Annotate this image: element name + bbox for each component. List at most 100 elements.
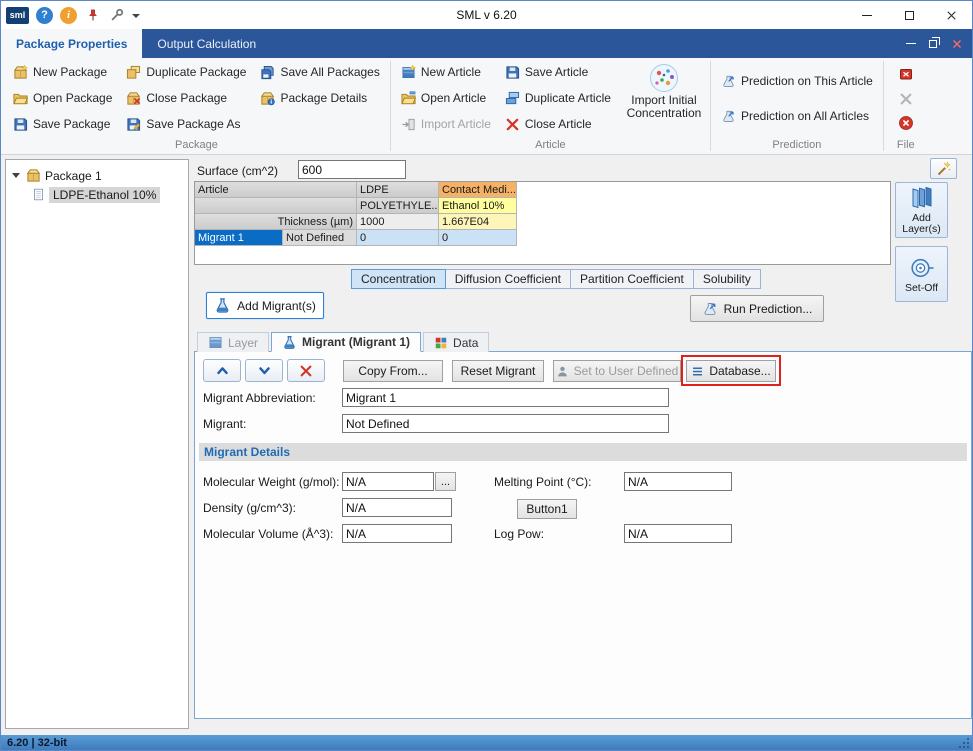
close-package-button[interactable]: Close Package bbox=[119, 85, 253, 111]
set-to-user-defined-button[interactable]: Set to User Defined bbox=[553, 360, 681, 382]
info-icon[interactable]: i bbox=[60, 7, 77, 24]
button-label: Copy From... bbox=[358, 364, 427, 378]
cell-text: Not Defined bbox=[286, 232, 344, 244]
open-article-button[interactable]: Open Article bbox=[394, 85, 498, 111]
window-title: SML v 6.20 bbox=[301, 1, 672, 29]
cell-text: 1000 bbox=[360, 216, 384, 228]
reset-migrant-button[interactable]: Reset Migrant bbox=[452, 360, 544, 382]
magic-wand-button[interactable] bbox=[930, 158, 957, 179]
move-up-button[interactable] bbox=[203, 359, 241, 382]
import-initial-concentration-button[interactable]: Import Initial Concentration bbox=[621, 59, 707, 120]
close-article-button[interactable]: Close Article bbox=[498, 111, 618, 137]
person-icon bbox=[556, 365, 569, 378]
close-button[interactable] bbox=[930, 1, 972, 29]
new-article-icon bbox=[401, 65, 416, 80]
migrant-abbreviation-input[interactable] bbox=[342, 388, 669, 407]
button1[interactable]: Button1 bbox=[517, 499, 577, 519]
cell-text: POLYETHYLE... bbox=[360, 200, 439, 212]
pin-icon[interactable] bbox=[84, 7, 101, 24]
tab-layer[interactable]: Layer bbox=[197, 332, 269, 352]
exit-button[interactable] bbox=[895, 113, 917, 133]
migrant-input[interactable] bbox=[342, 414, 669, 433]
tab-diffusion-coefficient[interactable]: Diffusion Coefficient bbox=[446, 269, 571, 289]
table-cell-contact-medium-header[interactable]: Contact Medi... bbox=[439, 182, 517, 198]
close-article-icon bbox=[505, 117, 520, 132]
tab-concentration[interactable]: Concentration bbox=[351, 269, 446, 289]
cell-text: Article bbox=[198, 184, 229, 196]
tab-solubility[interactable]: Solubility bbox=[694, 269, 761, 289]
table-cell-article-header[interactable]: Article bbox=[195, 182, 357, 198]
tree-item-ldpe-ethanol[interactable]: LDPE-Ethanol 10% bbox=[6, 185, 188, 204]
tab-label: Migrant (Migrant 1) bbox=[302, 335, 410, 349]
table-cell-thickness-value[interactable]: 1000 bbox=[357, 214, 439, 230]
save-package-button[interactable]: Save Package bbox=[6, 111, 119, 137]
run-prediction-button[interactable]: Run Prediction... bbox=[690, 295, 824, 322]
tree-expander-icon[interactable] bbox=[12, 173, 20, 178]
melting-point-input[interactable] bbox=[624, 472, 732, 491]
database-button[interactable]: Database... bbox=[686, 360, 776, 382]
table-cell-polymer[interactable]: POLYETHYLE... bbox=[357, 198, 439, 214]
import-article-icon bbox=[401, 117, 416, 132]
resize-grip[interactable] bbox=[959, 737, 970, 748]
duplicate-article-icon bbox=[505, 91, 520, 106]
mdi-close-button[interactable] bbox=[950, 37, 964, 51]
new-article-button[interactable]: New Article bbox=[394, 59, 498, 85]
help-icon[interactable]: ? bbox=[36, 7, 53, 24]
surface-input[interactable] bbox=[298, 160, 406, 179]
import-article-button[interactable]: Import Article bbox=[394, 111, 498, 137]
quick-access-dropdown-icon[interactable] bbox=[132, 14, 140, 18]
delete-package-button[interactable] bbox=[895, 64, 917, 84]
prediction-this-article-button[interactable]: Prediction on This Article bbox=[714, 68, 880, 94]
table-cell-migrant-name[interactable]: Migrant 1 bbox=[195, 230, 283, 246]
table-cell-layer-name[interactable]: LDPE bbox=[357, 182, 439, 198]
tab-migrant[interactable]: Migrant (Migrant 1) bbox=[271, 332, 421, 352]
import-initial-concentration-icon bbox=[648, 62, 680, 94]
open-package-icon bbox=[13, 91, 28, 106]
maximize-button[interactable] bbox=[888, 1, 930, 29]
import-article-label: Import Article bbox=[421, 117, 491, 131]
save-package-as-button[interactable]: Save Package As bbox=[119, 111, 253, 137]
prediction-all-articles-button[interactable]: Prediction on All Articles bbox=[714, 103, 876, 129]
tools-icon[interactable] bbox=[108, 7, 125, 24]
content-area: Package 1 LDPE-Ethanol 10% Surface (cm^2… bbox=[1, 155, 972, 735]
delete-migrant-button[interactable] bbox=[287, 359, 325, 382]
table-cell-thickness-header[interactable]: Thickness (µm) bbox=[195, 214, 357, 230]
add-migrants-button[interactable]: Add Migrant(s) bbox=[206, 292, 324, 319]
density-input[interactable] bbox=[342, 498, 452, 517]
move-down-button[interactable] bbox=[245, 359, 283, 382]
table-cell-empty[interactable] bbox=[195, 198, 357, 214]
new-package-label: New Package bbox=[33, 65, 107, 79]
tab-data[interactable]: Data bbox=[423, 332, 489, 352]
save-all-packages-button[interactable]: Save All Packages bbox=[253, 59, 386, 85]
minimize-button[interactable] bbox=[846, 1, 888, 29]
section-title: Migrant Details bbox=[204, 445, 290, 459]
flask-icon bbox=[214, 297, 231, 314]
tab-partition-coefficient[interactable]: Partition Coefficient bbox=[571, 269, 694, 289]
copy-from-button[interactable]: Copy From... bbox=[343, 360, 443, 382]
package-details-button[interactable]: Package Details bbox=[253, 85, 386, 111]
tab-output-calculation[interactable]: Output Calculation bbox=[142, 29, 271, 58]
table-cell-contact-medium[interactable]: Ethanol 10% bbox=[439, 198, 517, 214]
add-layers-button[interactable]: Add Layer(s) bbox=[895, 182, 948, 238]
log-pow-input[interactable] bbox=[624, 524, 732, 543]
tree-item-package-1[interactable]: Package 1 bbox=[6, 166, 188, 185]
set-off-button[interactable]: Set-Off bbox=[895, 246, 948, 302]
table-cell-migrant-status[interactable]: Not Defined bbox=[283, 230, 357, 246]
molecular-weight-input[interactable] bbox=[342, 472, 434, 491]
mdi-minimize-button[interactable] bbox=[906, 29, 916, 58]
molecular-weight-browse-button[interactable]: ... bbox=[435, 472, 456, 491]
table-cell-volume-value[interactable]: 1.667E04 bbox=[439, 214, 517, 230]
duplicate-package-button[interactable]: Duplicate Package bbox=[119, 59, 253, 85]
mdi-window-controls bbox=[906, 29, 964, 58]
table-cell-concentration-layer[interactable]: 0 bbox=[357, 230, 439, 246]
inactive-file-button[interactable] bbox=[895, 89, 917, 109]
table-cell-concentration-medium[interactable]: 0 bbox=[439, 230, 517, 246]
tab-package-properties[interactable]: Package Properties bbox=[1, 29, 142, 58]
duplicate-article-button[interactable]: Duplicate Article bbox=[498, 85, 618, 111]
open-package-button[interactable]: Open Package bbox=[6, 85, 119, 111]
save-article-button[interactable]: Save Article bbox=[498, 59, 618, 85]
save-article-label: Save Article bbox=[525, 65, 588, 79]
mdi-restore-button[interactable] bbox=[929, 40, 937, 48]
molecular-volume-input[interactable] bbox=[342, 524, 452, 543]
new-package-button[interactable]: New Package bbox=[6, 59, 119, 85]
